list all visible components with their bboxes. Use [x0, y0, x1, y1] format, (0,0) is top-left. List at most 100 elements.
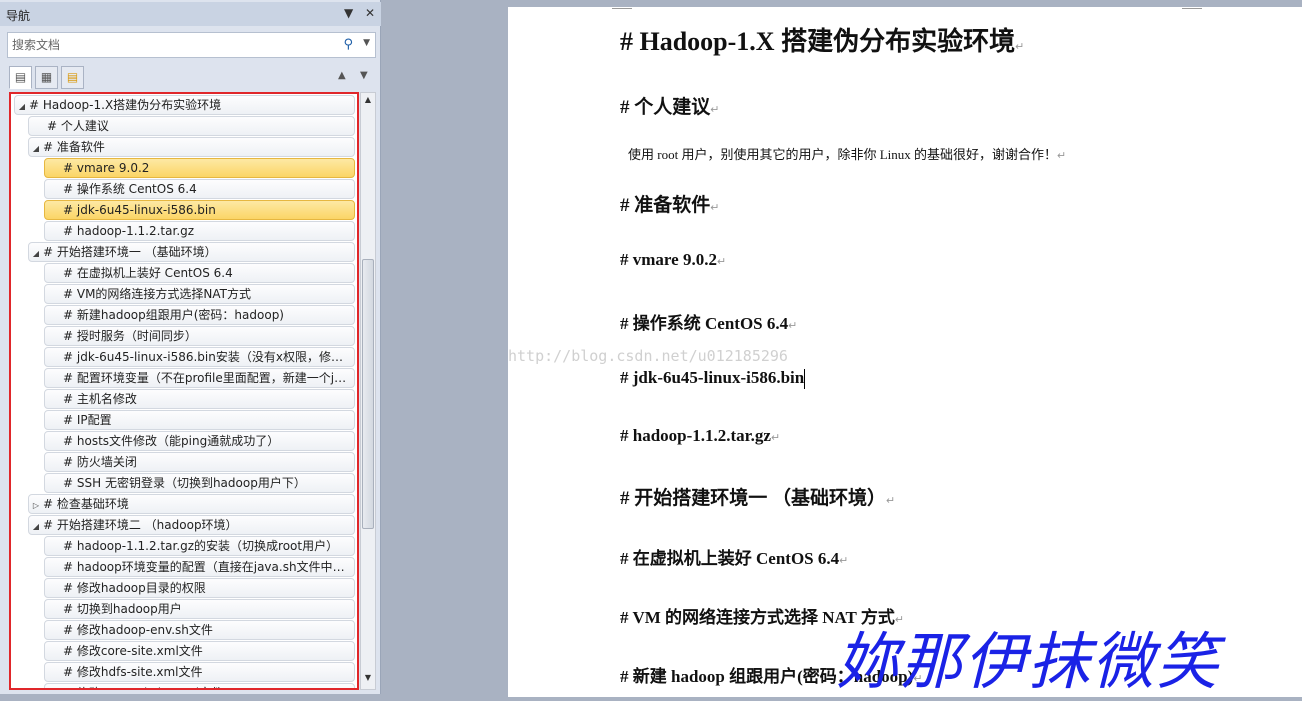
- close-icon[interactable]: ✕: [365, 6, 375, 20]
- tree-item[interactable]: ◢ # Hadoop-1.X搭建伪分布实验环境: [14, 95, 355, 115]
- expanded-icon[interactable]: ◢: [15, 98, 29, 114]
- tree-item[interactable]: # 修改hadoop-env.sh文件: [44, 620, 355, 640]
- tree-item[interactable]: # 配置环境变量（不在profile里面配置，新建一个ja...: [44, 368, 355, 388]
- tree-item[interactable]: # IP配置: [44, 410, 355, 430]
- doc-paragraph: 使用 root 用户，别使用其它的用户，除非你 Linux 的基础很好，谢谢合作…: [628, 147, 1067, 162]
- tree-item-label: # 个人建议: [47, 119, 109, 133]
- tree-item-label: # Hadoop-1.X搭建伪分布实验环境: [29, 98, 222, 112]
- nav-title: 导航: [6, 9, 31, 23]
- watermark-url: http://blog.csdn.net/u012185296: [508, 347, 788, 365]
- tree-item[interactable]: # 授时服务（时间同步）: [44, 326, 355, 346]
- tree-item-label: # hadoop-1.1.2.tar.gz的安装（切换成root用户）: [63, 539, 339, 553]
- tree-item[interactable]: ◢ # 准备软件: [28, 137, 355, 157]
- search-box: ⚲ ▼: [7, 32, 376, 58]
- tree-item[interactable]: # SSH 无密钥登录（切换到hadoop用户下）: [44, 473, 355, 493]
- tree-item-label: # hadoop-1.1.2.tar.gz: [63, 224, 195, 238]
- tree-item-label: # 修改hadoop-env.sh文件: [63, 623, 213, 637]
- search-dropdown-icon[interactable]: ▼: [363, 38, 370, 48]
- document-page[interactable]: # Hadoop-1.X 搭建伪分布实验环境↵ # 个人建议↵ 使用 root …: [508, 5, 1302, 698]
- navigation-pane: 导航 ▼ ✕ ⚲ ▼ ▤ ▦ ▤ ▲ ▼ ◢# Hadoop-1.X搭建伪分布实…: [0, 0, 381, 694]
- doc-heading: # 准备软件↵: [620, 195, 720, 216]
- tree-item[interactable]: # 修改hdfs-site.xml文件: [44, 662, 355, 682]
- tree-item[interactable]: # 修改hadoop目录的权限: [44, 578, 355, 598]
- tree-item-label: # 修改hdfs-site.xml文件: [63, 665, 203, 679]
- tree-item-label: # 新建hadoop组跟用户(密码：hadoop): [63, 308, 284, 322]
- signature-watermark: 妳那伊抹微笑: [836, 625, 1221, 698]
- tree-item-label: # 开始搭建环境一 （基础环境）: [43, 245, 217, 259]
- tree-item-label: # 操作系统 CentOS 6.4: [63, 182, 197, 196]
- doc-heading: # 操作系统 CentOS 6.4↵: [620, 314, 798, 333]
- tree-item-label: # 修改mapred-site.xml文件: [63, 686, 223, 688]
- tab-headings[interactable]: ▤: [9, 66, 32, 89]
- headings-icon: ▤: [14, 70, 27, 84]
- doc-heading: # 开始搭建环境一 （基础环境）↵: [620, 488, 896, 509]
- doc-heading: # 个人建议↵: [620, 97, 720, 118]
- tree-item-label: # vmare 9.0.2: [63, 161, 150, 175]
- pane-options-icon[interactable]: ▼: [344, 6, 353, 20]
- tree-item[interactable]: ▷ # 检查基础环境: [28, 494, 355, 514]
- pages-grid-icon: ▦: [40, 70, 53, 84]
- tree-item[interactable]: # jdk-6u45-linux-i586.bin: [44, 200, 355, 220]
- tree-item[interactable]: # hadoop-1.1.2.tar.gz: [44, 221, 355, 241]
- search-icon[interactable]: ⚲: [343, 37, 353, 52]
- tree-item[interactable]: # 主机名修改: [44, 389, 355, 409]
- previous-heading-icon[interactable]: ▲: [338, 70, 346, 81]
- tab-pages[interactable]: ▦: [35, 66, 58, 89]
- tree-item-label: # jdk-6u45-linux-i586.bin安装（没有x权限，修改...: [63, 350, 355, 364]
- collapsed-icon[interactable]: ▷: [29, 497, 43, 513]
- tree-item-label: # IP配置: [63, 413, 112, 427]
- tree-item-label: # 修改core-site.xml文件: [63, 644, 203, 658]
- tree-item-label: # 检查基础环境: [43, 497, 129, 511]
- tree-item-label: # hosts文件修改（能ping通就成功了）: [63, 434, 280, 448]
- tree-item-label: # hadoop环境变量的配置（直接在java.sh文件中配...: [63, 560, 355, 574]
- doc-heading: # vmare 9.0.2↵: [620, 250, 727, 269]
- tree-item[interactable]: # hadoop环境变量的配置（直接在java.sh文件中配...: [44, 557, 355, 577]
- tree-item-label: # 修改hadoop目录的权限: [63, 581, 206, 595]
- nav-header: 导航 ▼ ✕: [0, 2, 381, 26]
- tree-item-label: # 主机名修改: [63, 392, 137, 406]
- scroll-up-icon[interactable]: ▲: [362, 95, 374, 109]
- tree-item[interactable]: # hosts文件修改（能ping通就成功了）: [44, 431, 355, 451]
- search-input[interactable]: [8, 33, 328, 57]
- tree-item[interactable]: ◢ # 开始搭建环境一 （基础环境）: [28, 242, 355, 262]
- tree-item[interactable]: # 个人建议: [28, 116, 355, 136]
- tree-item-label: # 准备软件: [43, 140, 105, 154]
- next-heading-icon[interactable]: ▼: [360, 70, 368, 81]
- scroll-thumb[interactable]: [362, 259, 374, 529]
- doc-title: # Hadoop-1.X 搭建伪分布实验环境↵: [620, 27, 1025, 56]
- heading-tree: ◢ # Hadoop-1.X搭建伪分布实验环境 # 个人建议 ◢ # 准备软件 # vma…: [9, 92, 359, 690]
- tree-item[interactable]: # 修改core-site.xml文件: [44, 641, 355, 661]
- tree-item-label: # 切换到hadoop用户: [63, 602, 182, 616]
- tree-item[interactable]: # 切换到hadoop用户: [44, 599, 355, 619]
- tree-item[interactable]: # 防火墙关闭: [44, 452, 355, 472]
- tree-item-label: # VM的网络连接方式选择NAT方式: [63, 287, 252, 301]
- tree-item-label: # SSH 无密钥登录（切换到hadoop用户下）: [63, 476, 306, 490]
- tree-item[interactable]: # 操作系统 CentOS 6.4: [44, 179, 355, 199]
- expanded-icon[interactable]: ◢: [29, 518, 43, 534]
- tree-item[interactable]: # 新建hadoop组跟用户(密码：hadoop): [44, 305, 355, 325]
- expanded-icon[interactable]: ◢: [29, 245, 43, 261]
- margin-mark: [612, 5, 632, 9]
- scroll-down-icon[interactable]: ▼: [362, 673, 374, 687]
- expanded-icon[interactable]: ◢: [29, 140, 43, 156]
- tree-scrollbar[interactable]: ▲ ▼: [360, 92, 376, 690]
- tree-item[interactable]: # 修改mapred-site.xml文件: [44, 683, 355, 688]
- tree-item-label: # 开始搭建环境二 （hadoop环境）: [43, 518, 238, 532]
- tree-item[interactable]: # vmare 9.0.2: [44, 158, 355, 178]
- tree-item-label: # jdk-6u45-linux-i586.bin: [63, 203, 216, 217]
- tab-results[interactable]: ▤: [61, 66, 84, 89]
- tree-item[interactable]: # VM的网络连接方式选择NAT方式: [44, 284, 355, 304]
- tree-item[interactable]: # hadoop-1.1.2.tar.gz的安装（切换成root用户）: [44, 536, 355, 556]
- tree-item[interactable]: ◢ # 开始搭建环境二 （hadoop环境）: [28, 515, 355, 535]
- doc-heading: # hadoop-1.1.2.tar.gz↵: [620, 426, 781, 445]
- tree-item[interactable]: # 在虚拟机上装好 CentOS 6.4: [44, 263, 355, 283]
- tree-item-label: # 配置环境变量（不在profile里面配置，新建一个ja...: [63, 371, 353, 385]
- tree-item-label: # 防火墙关闭: [63, 455, 137, 469]
- tree-item-label: # 在虚拟机上装好 CentOS 6.4: [63, 266, 233, 280]
- text-cursor: [804, 369, 806, 390]
- doc-heading: # 在虚拟机上装好 CentOS 6.4↵: [620, 549, 849, 568]
- tree-item[interactable]: # jdk-6u45-linux-i586.bin安装（没有x权限，修改...: [44, 347, 355, 367]
- margin-mark: [1182, 5, 1202, 9]
- tree-item-label: # 授时服务（时间同步）: [63, 329, 197, 343]
- doc-heading: # jdk-6u45-linux-i586.bin: [620, 368, 806, 390]
